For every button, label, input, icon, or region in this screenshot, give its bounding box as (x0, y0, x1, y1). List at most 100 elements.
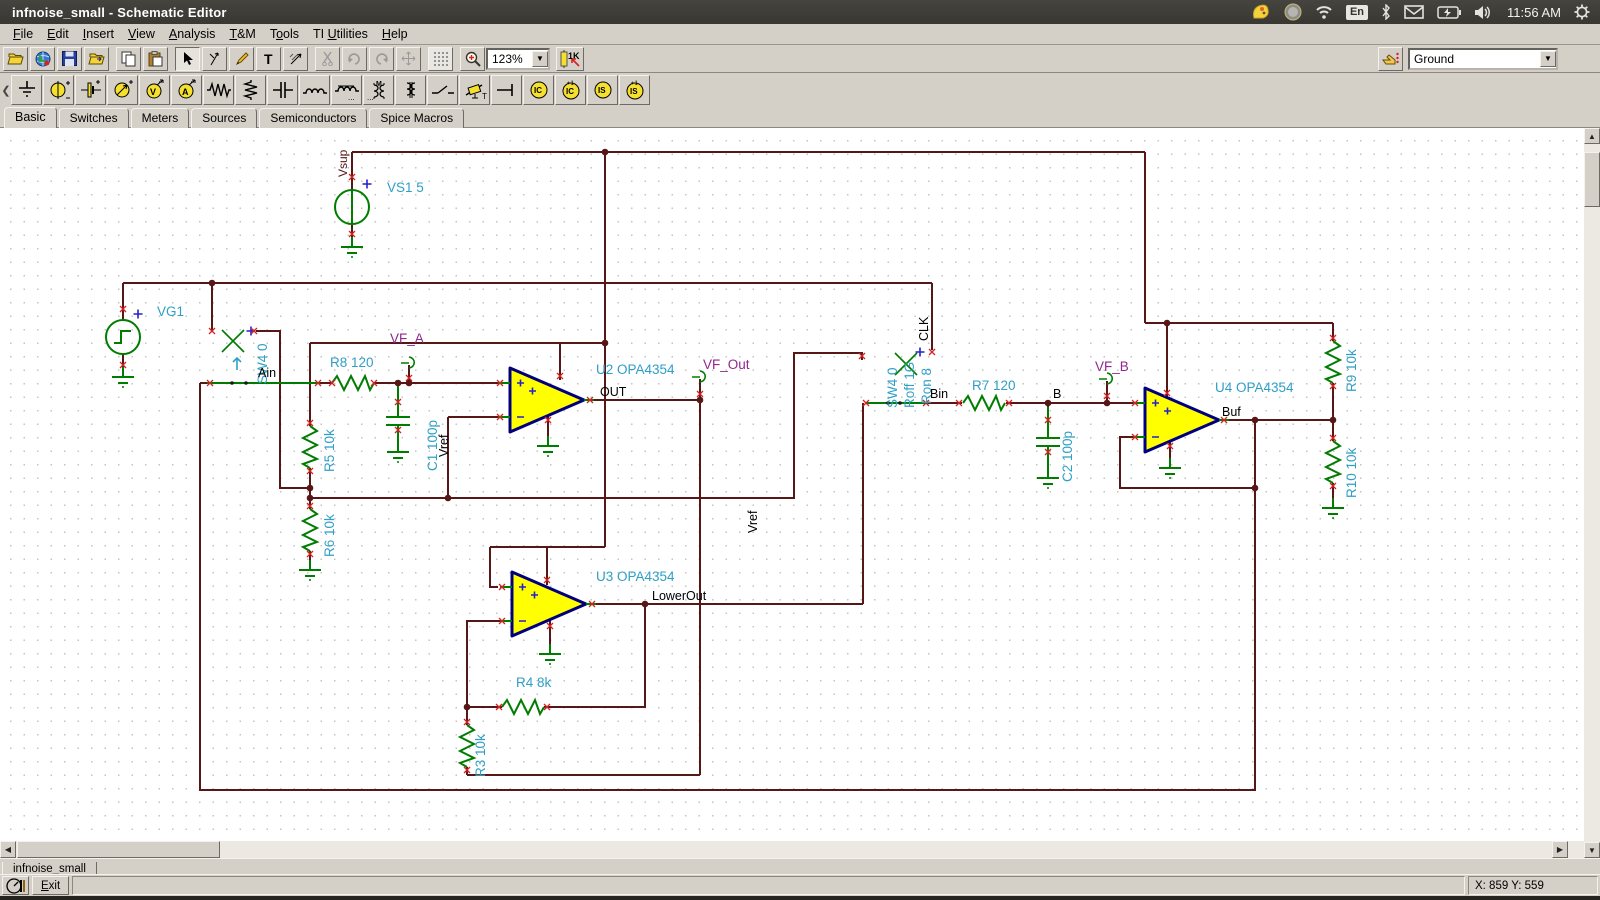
palette-inductor-button[interactable] (299, 75, 330, 105)
tab-switches[interactable]: Switches (59, 108, 129, 128)
palette-jumper-button[interactable] (491, 75, 522, 105)
find-component-hand-button[interactable] (1378, 47, 1403, 71)
grid-toggle-button[interactable] (428, 47, 453, 71)
palette-switch-button[interactable] (427, 75, 458, 105)
palette-voltage-source-button[interactable] (43, 75, 74, 105)
schematic-wires[interactable] (123, 152, 1333, 790)
palette-current-source-button[interactable] (107, 75, 138, 105)
palette-scroll-left[interactable]: ❮ (1, 75, 11, 105)
text-tool-button[interactable]: T (256, 47, 281, 71)
menu-t-m[interactable]: T&M (222, 25, 262, 43)
palette-coupled-inductors-button[interactable]: M... (363, 75, 394, 105)
menu-ti-utilities[interactable]: TI Utilities (306, 25, 375, 43)
resistor-r9[interactable] (1326, 341, 1340, 383)
palette-variable-inductor-button[interactable]: ... (331, 75, 362, 105)
move-button-disabled[interactable] (396, 47, 421, 71)
clock[interactable]: 11:56 AM (1507, 5, 1561, 20)
session-gear-icon[interactable] (1574, 4, 1590, 20)
tab-sources[interactable]: Sources (191, 108, 257, 128)
palette-battery-button[interactable] (75, 75, 106, 105)
opamp-u3[interactable] (500, 572, 596, 665)
zoom-tool-button[interactable] (460, 47, 485, 71)
scroll-right-arrow[interactable]: ▶ (1552, 841, 1568, 858)
save-button[interactable] (57, 47, 82, 71)
symbol-select-combo[interactable]: Ground ▼ (1408, 48, 1558, 70)
palette-potentiometer-button[interactable] (235, 75, 266, 105)
component-values-button[interactable]: 1K (556, 47, 584, 71)
probe-vf-out[interactable] (692, 371, 705, 382)
palette-voltage-generator-button[interactable]: V (139, 75, 170, 105)
volume-icon[interactable] (1474, 5, 1494, 20)
cut-button-disabled[interactable] (315, 47, 340, 71)
select-tool-button[interactable] (175, 47, 200, 71)
horizontal-scroll-thumb[interactable] (17, 841, 220, 858)
scroll-left-arrow[interactable]: ◀ (0, 841, 16, 858)
tab-meters[interactable]: Meters (131, 108, 190, 128)
scroll-up-arrow[interactable]: ▲ (1584, 128, 1600, 144)
mail-icon[interactable] (1404, 5, 1424, 19)
pin-marks (120, 174, 1336, 773)
wifi-icon[interactable] (1315, 5, 1333, 19)
probe-tool-button[interactable] (202, 47, 227, 71)
redo-button-disabled[interactable] (369, 47, 394, 71)
open-file-button[interactable] (3, 47, 28, 71)
menu-tools[interactable]: Tools (263, 25, 306, 43)
paste-button[interactable] (143, 47, 168, 71)
menu-insert[interactable]: Insert (76, 25, 121, 43)
palette-ground-button[interactable] (11, 75, 42, 105)
vertical-scroll-thumb[interactable] (1584, 152, 1600, 207)
opamp-u2[interactable] (498, 368, 594, 457)
schematic-components[interactable] (106, 180, 1344, 768)
resistor-r4[interactable] (502, 700, 544, 714)
undo-button-disabled[interactable] (342, 47, 367, 71)
zoom-combo-arrow-icon[interactable]: ▼ (532, 51, 548, 67)
open-web-button[interactable] (30, 47, 55, 71)
resistor-r3[interactable] (460, 725, 474, 767)
vg1-generator[interactable] (106, 320, 140, 388)
tab-semiconductors[interactable]: Semiconductors (259, 108, 367, 128)
palette-transformer-button[interactable] (395, 75, 426, 105)
palette-current-generator-button[interactable]: A (171, 75, 202, 105)
scroll-down-arrow[interactable]: ▼ (1584, 842, 1600, 858)
resistor-r8[interactable] (332, 376, 374, 390)
copy-button[interactable] (116, 47, 141, 71)
menu-file[interactable]: File (6, 25, 40, 43)
palette-controlled-source-is1-button[interactable]: IS (587, 75, 618, 105)
palette-controlled-source-is2-button[interactable]: IS+1 (619, 75, 650, 105)
vertical-scrollbar[interactable]: ▲ ▼ (1584, 128, 1600, 858)
status-orb-icon[interactable] (1284, 3, 1302, 21)
menu-analysis[interactable]: Analysis (162, 25, 223, 43)
status-tool-button[interactable] (2, 876, 29, 895)
pencil-tool-button[interactable] (229, 47, 254, 71)
tab-basic[interactable]: Basic (4, 107, 57, 129)
probe-vf-a[interactable] (401, 357, 414, 368)
palette-relay-button[interactable]: T (459, 75, 490, 105)
tab-spice-macros[interactable]: Spice Macros (369, 108, 464, 128)
resistor-r5[interactable] (303, 426, 317, 468)
palette-controlled-source-ic1-button[interactable]: IC (523, 75, 554, 105)
wire-tool-button[interactable] (283, 47, 308, 71)
menu-edit[interactable]: Edit (40, 25, 76, 43)
resistor-r6[interactable] (299, 509, 321, 581)
menu-help[interactable]: Help (375, 25, 415, 43)
probe-vf-b[interactable] (1099, 373, 1112, 384)
palette-controlled-source-ic2-button[interactable]: IC+1 (555, 75, 586, 105)
resistor-r7[interactable] (963, 396, 1005, 410)
resistor-r10[interactable] (1322, 441, 1344, 519)
menu-view[interactable]: View (121, 25, 162, 43)
zoom-level-combo[interactable]: 123% ▼ (486, 48, 550, 70)
bluetooth-icon[interactable] (1381, 4, 1391, 20)
horizontal-scrollbar[interactable]: ◀ ▶ (0, 841, 1584, 858)
app-indicator-icon[interactable] (1251, 3, 1271, 21)
palette-resistor-button[interactable] (203, 75, 234, 105)
export-button[interactable] (84, 47, 109, 71)
opamp-u4[interactable] (1133, 388, 1229, 479)
exit-button[interactable]: Exit (32, 876, 69, 895)
vs1-source[interactable] (335, 190, 369, 258)
capacitor-c1[interactable] (386, 386, 410, 463)
battery-icon[interactable] (1437, 6, 1461, 19)
palette-capacitor-button[interactable] (267, 75, 298, 105)
keyboard-layout-indicator[interactable]: En (1346, 5, 1368, 20)
symbol-combo-arrow-icon[interactable]: ▼ (1540, 51, 1556, 67)
schematic-canvas[interactable]: Vsup VS1 5 VG1 SW4 0 Ain R8 120 VF_A C1 … (0, 128, 1584, 841)
